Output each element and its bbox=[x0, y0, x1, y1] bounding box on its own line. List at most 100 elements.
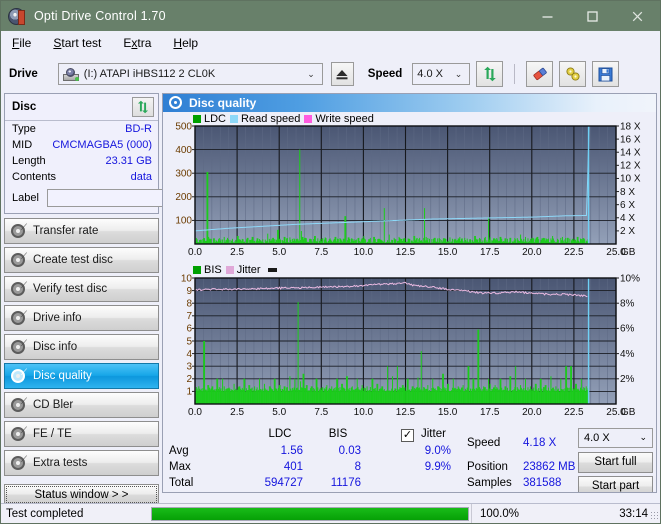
legend-label: Jitter bbox=[237, 264, 261, 276]
disc-value: CMCMAGBA5 (000) bbox=[52, 139, 152, 151]
svg-text:5.0: 5.0 bbox=[272, 407, 286, 418]
stats-total-bis: 11176 bbox=[307, 477, 361, 489]
stats-row-avg: Avg bbox=[169, 445, 189, 457]
legend-swatch bbox=[304, 115, 312, 123]
svg-text:18 X: 18 X bbox=[620, 121, 641, 132]
svg-text:12 X: 12 X bbox=[620, 161, 641, 172]
chevron-down-icon: ⌄ bbox=[302, 69, 320, 80]
eject-button[interactable] bbox=[331, 62, 354, 86]
legend-item-bis: BIS bbox=[193, 264, 222, 276]
stats-row-max: Max bbox=[169, 461, 191, 473]
stats-max-bis: 8 bbox=[315, 461, 361, 473]
disc-panel-title: Disc bbox=[12, 101, 36, 113]
refresh-button[interactable] bbox=[476, 61, 503, 87]
stats-avg-bis: 0.03 bbox=[315, 445, 361, 457]
test-speed-select[interactable]: 4.0 X ⌄ bbox=[578, 428, 653, 448]
svg-text:20.0: 20.0 bbox=[522, 407, 542, 418]
erase-button[interactable] bbox=[526, 61, 553, 87]
jitter-avg: 9.0% bbox=[401, 445, 451, 457]
stats-panel: LDC BIS Avg 1.56 0.03 Max 401 8 Total 59… bbox=[163, 424, 656, 492]
status-window-button[interactable]: Status window > > bbox=[4, 484, 159, 505]
save-icon bbox=[598, 67, 613, 82]
legend-item-ldc: LDC bbox=[193, 113, 226, 125]
svg-text:8%: 8% bbox=[620, 298, 635, 309]
minimize-button[interactable] bbox=[525, 1, 570, 31]
drive-select-value: (I:) ATAPI iHBS112 2 CL0K bbox=[84, 68, 215, 80]
sidebar-item-label: Drive info bbox=[33, 312, 82, 324]
svg-text:3: 3 bbox=[186, 361, 192, 372]
sidebar-item-drive-info[interactable]: ⟋ Drive info bbox=[4, 305, 159, 331]
title-bar: Opti Drive Control 1.70 bbox=[1, 1, 660, 31]
svg-text:6: 6 bbox=[186, 324, 192, 335]
menu-extra[interactable]: Extra bbox=[120, 34, 154, 52]
sidebar-item-create-test-disc[interactable]: ⟋ Create test disc bbox=[4, 247, 159, 273]
menu-file[interactable]: File bbox=[9, 34, 34, 52]
drive-label: Drive bbox=[9, 68, 38, 80]
sidebar-item-label: Transfer rate bbox=[33, 225, 98, 237]
svg-text:15.0: 15.0 bbox=[438, 247, 458, 258]
svg-text:12.5: 12.5 bbox=[396, 407, 416, 418]
svg-text:22.5: 22.5 bbox=[564, 247, 584, 258]
sidebar-item-label: Disc quality bbox=[33, 370, 92, 382]
legend-label: Write speed bbox=[315, 113, 374, 125]
speed-select[interactable]: 4.0 X ⌄ bbox=[412, 63, 470, 85]
sidebar-item-label: Extra tests bbox=[33, 457, 87, 469]
svg-text:200: 200 bbox=[175, 192, 192, 203]
start-part-button[interactable]: Start part bbox=[578, 476, 653, 493]
legend-item-read-speed: Read speed bbox=[230, 113, 300, 125]
sidebar-item-disc-quality[interactable]: ⟋ Disc quality bbox=[4, 363, 159, 389]
stats-max-ldc: 401 bbox=[257, 461, 303, 473]
status-text: Test completed bbox=[1, 508, 149, 520]
svg-text:7.5: 7.5 bbox=[314, 247, 328, 258]
disc-icon: ⟋ bbox=[11, 456, 25, 470]
sidebar-item-fe-te[interactable]: ⟋ FE / TE bbox=[4, 421, 159, 447]
speed-stat-value: 4.18 X bbox=[523, 437, 556, 449]
disc-icon: ⟋ bbox=[11, 282, 25, 296]
save-button[interactable] bbox=[592, 61, 619, 87]
svg-text:GB: GB bbox=[621, 407, 636, 418]
disc-value: BD-R bbox=[125, 123, 152, 135]
menu-start-test[interactable]: Start test bbox=[50, 34, 104, 52]
disc-refresh-button[interactable] bbox=[132, 97, 154, 117]
bitsetting-button[interactable] bbox=[559, 61, 586, 87]
svg-text:2%: 2% bbox=[620, 374, 635, 385]
svg-text:15.0: 15.0 bbox=[438, 407, 458, 418]
svg-text:7: 7 bbox=[186, 311, 192, 322]
disc-row-length: Length 23.31 GB bbox=[5, 153, 158, 169]
legend-label: BIS bbox=[204, 264, 222, 276]
main-panel-header: Disc quality bbox=[163, 94, 656, 112]
chart-legend-top: LDC Read speed Write speed bbox=[193, 113, 374, 125]
legend-item-write-speed: Write speed bbox=[304, 113, 374, 125]
stats-col-ldc: LDC bbox=[257, 428, 303, 440]
sidebar-item-verify-test-disc[interactable]: ⟋ Verify test disc bbox=[4, 276, 159, 302]
svg-text:17.5: 17.5 bbox=[480, 407, 500, 418]
toolbar: Drive (I:) ATAPI iHBS112 2 CL0K ⌄ Speed … bbox=[1, 55, 660, 93]
sidebar-item-transfer-rate[interactable]: ⟋ Transfer rate bbox=[4, 218, 159, 244]
svg-text:9: 9 bbox=[186, 286, 192, 297]
svg-text:100: 100 bbox=[175, 216, 192, 227]
sidebar-item-cd-bler[interactable]: ⟋ CD Bler bbox=[4, 392, 159, 418]
eraser-icon bbox=[531, 66, 549, 82]
chart-svg-top: 1002003004005002 X4 X6 X8 X10 X12 X14 X1… bbox=[163, 112, 657, 264]
sidebar-item-disc-info[interactable]: ⟋ Disc info bbox=[4, 334, 159, 360]
menu-help[interactable]: Help bbox=[170, 34, 201, 52]
svg-text:2.5: 2.5 bbox=[230, 247, 244, 258]
maximize-button[interactable] bbox=[570, 1, 615, 31]
chart-ldc-readspeed: LDC Read speed Write speed 1002003004005… bbox=[163, 112, 656, 264]
progress-fill bbox=[152, 508, 468, 520]
jitter-checkbox[interactable]: ✓ bbox=[401, 429, 414, 442]
disc-row-mid: MID CMCMAGBA5 (000) bbox=[5, 137, 158, 153]
svg-text:4: 4 bbox=[186, 349, 192, 360]
resize-grip[interactable] bbox=[650, 511, 660, 521]
speed-label: Speed bbox=[368, 68, 403, 80]
svg-text:14 X: 14 X bbox=[620, 147, 641, 158]
svg-text:6%: 6% bbox=[620, 324, 635, 335]
sidebar-item-extra-tests[interactable]: ⟋ Extra tests bbox=[4, 450, 159, 476]
close-button[interactable] bbox=[615, 1, 660, 31]
progress-bar bbox=[151, 507, 469, 521]
jitter-max: 9.9% bbox=[401, 461, 451, 473]
svg-text:2: 2 bbox=[186, 374, 192, 385]
start-full-button[interactable]: Start full bbox=[578, 452, 653, 473]
position-value: 23862 MB bbox=[523, 461, 575, 473]
drive-select[interactable]: (I:) ATAPI iHBS112 2 CL0K ⌄ bbox=[58, 63, 323, 85]
